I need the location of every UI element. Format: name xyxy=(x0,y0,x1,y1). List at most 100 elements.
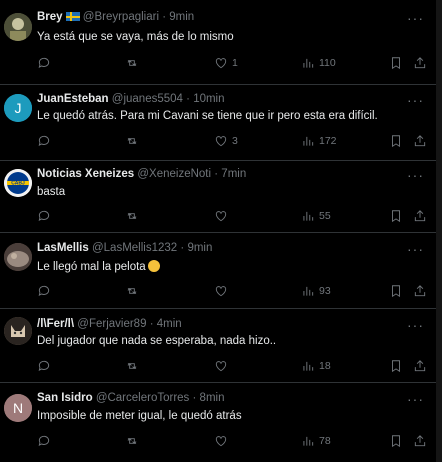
share-button[interactable] xyxy=(413,433,427,449)
tweet-text: Del jugador que nada se esperaba, nada h… xyxy=(37,335,277,347)
timestamp[interactable]: 4min xyxy=(157,318,182,330)
retweet-button[interactable] xyxy=(125,433,139,449)
bookmark-button[interactable] xyxy=(389,433,403,449)
share-button[interactable] xyxy=(413,55,427,71)
view-count: 55 xyxy=(319,210,331,222)
like-button[interactable]: 1 xyxy=(214,55,238,71)
user-handle[interactable]: @juanes5504 xyxy=(112,93,183,105)
bookmark-button[interactable] xyxy=(389,283,403,299)
share-button[interactable] xyxy=(413,208,427,224)
reply-button[interactable] xyxy=(37,433,51,449)
timestamp[interactable]: 9min xyxy=(187,242,212,254)
bookmark-button[interactable] xyxy=(389,55,403,71)
scrollbar-thumb[interactable] xyxy=(436,0,442,462)
retweet-button[interactable] xyxy=(125,283,139,299)
retweet-button[interactable] xyxy=(125,133,139,149)
retweet-button[interactable] xyxy=(125,55,139,71)
avatar[interactable]: J xyxy=(4,94,32,122)
retweet-icon xyxy=(127,288,137,294)
avatar[interactable] xyxy=(4,13,32,41)
avatar[interactable]: CABJ xyxy=(4,169,32,197)
like-button[interactable] xyxy=(214,433,232,449)
more-options-icon[interactable]: ··· xyxy=(407,241,424,257)
tweet[interactable]: /l\Fer/l\ @Ferjavier89 · 4min ··· Del ju… xyxy=(0,308,436,383)
more-options-icon[interactable]: ··· xyxy=(407,391,424,407)
more-options-icon[interactable]: ··· xyxy=(407,10,424,26)
timestamp[interactable]: 10min xyxy=(193,93,224,105)
reply-button[interactable] xyxy=(37,283,51,299)
display-name[interactable]: San Isidro xyxy=(37,392,93,404)
views-button[interactable]: 172 xyxy=(301,133,337,149)
retweet-button[interactable] xyxy=(125,208,139,224)
bookmark-button[interactable] xyxy=(389,133,403,149)
user-handle[interactable]: @XeneizeNoti xyxy=(137,168,211,180)
display-name[interactable]: /l\Fer/l\ xyxy=(37,318,74,330)
like-button[interactable]: 3 xyxy=(214,133,238,149)
like-button[interactable] xyxy=(214,208,232,224)
views-button[interactable]: 110 xyxy=(301,55,336,71)
svg-text:N: N xyxy=(13,400,23,416)
display-name[interactable]: LasMellis xyxy=(37,242,89,254)
timestamp[interactable]: 8min xyxy=(200,392,225,404)
share-button[interactable] xyxy=(413,133,427,149)
like-count: 1 xyxy=(232,57,238,69)
separator-dot: · xyxy=(162,11,167,23)
reply-button[interactable] xyxy=(37,55,51,71)
reply-button[interactable] xyxy=(37,358,51,374)
view-count: 18 xyxy=(319,360,331,372)
tweet-header: JuanEsteban @juanes5504 · 10min xyxy=(37,93,396,111)
tweet-actions: 93 xyxy=(37,283,426,299)
views-button[interactable]: 18 xyxy=(301,358,331,374)
views-button[interactable]: 55 xyxy=(301,208,331,224)
views-button[interactable]: 93 xyxy=(301,283,331,299)
tweet-actions: 78 xyxy=(37,433,426,449)
avatar[interactable] xyxy=(4,317,32,345)
user-handle[interactable]: @CarceleroTorres xyxy=(96,392,189,404)
display-name[interactable]: JuanEsteban xyxy=(37,93,109,105)
like-button[interactable] xyxy=(214,358,232,374)
display-name[interactable]: Brey xyxy=(37,11,63,23)
more-options-icon[interactable]: ··· xyxy=(407,167,424,183)
scrollbar[interactable] xyxy=(436,0,442,462)
tweet-text: Le quedó atrás. Para mi Cavani se tiene … xyxy=(37,110,378,122)
reply-icon xyxy=(38,360,50,371)
retweet-icon xyxy=(127,213,137,219)
avatar[interactable]: N xyxy=(4,394,32,422)
timestamp[interactable]: 9min xyxy=(169,11,194,23)
bookmark-icon xyxy=(392,135,400,148)
tweet[interactable]: CABJ Noticias Xeneizes @XeneizeNoti · 7m… xyxy=(0,160,436,233)
reply-button[interactable] xyxy=(37,133,51,149)
tweet[interactable]: J JuanEsteban @juanes5504 · 10min ··· Le… xyxy=(0,84,436,161)
views-icon xyxy=(303,361,314,371)
share-button[interactable] xyxy=(413,358,427,374)
more-options-icon[interactable]: ··· xyxy=(407,92,424,108)
reply-icon xyxy=(38,57,50,68)
share-icon xyxy=(414,57,426,69)
tweet[interactable]: Brey @Breyrpagliari · 9min ··· Ya está q… xyxy=(0,0,436,85)
views-button[interactable]: 78 xyxy=(301,433,331,449)
like-button[interactable] xyxy=(214,283,232,299)
reply-timeline: Brey @Breyrpagliari · 9min ··· Ya está q… xyxy=(0,0,436,462)
share-icon xyxy=(414,285,426,297)
user-handle[interactable]: @Breyrpagliari xyxy=(83,11,159,23)
bookmark-icon xyxy=(392,210,400,223)
more-options-icon[interactable]: ··· xyxy=(407,317,424,333)
avatar[interactable] xyxy=(4,243,32,271)
share-button[interactable] xyxy=(413,283,427,299)
tweet[interactable]: N San Isidro @CarceleroTorres · 8min ···… xyxy=(0,382,436,462)
display-name[interactable]: Noticias Xeneizes xyxy=(37,168,134,180)
retweet-button[interactable] xyxy=(125,358,139,374)
retweet-icon xyxy=(127,438,137,444)
share-icon xyxy=(414,210,426,222)
tweet-text: Le llegó mal la pelota xyxy=(37,260,426,273)
reply-button[interactable] xyxy=(37,208,51,224)
bookmark-icon xyxy=(392,285,400,298)
user-handle[interactable]: @Ferjavier89 xyxy=(77,318,146,330)
bookmark-button[interactable] xyxy=(389,208,403,224)
heart-icon xyxy=(215,136,227,147)
user-handle[interactable]: @LasMellis1232 xyxy=(92,242,177,254)
timestamp[interactable]: 7min xyxy=(221,168,246,180)
bookmark-button[interactable] xyxy=(389,358,403,374)
like-count: 3 xyxy=(232,135,238,147)
tweet[interactable]: LasMellis @LasMellis1232 · 9min ··· Le l… xyxy=(0,232,436,309)
